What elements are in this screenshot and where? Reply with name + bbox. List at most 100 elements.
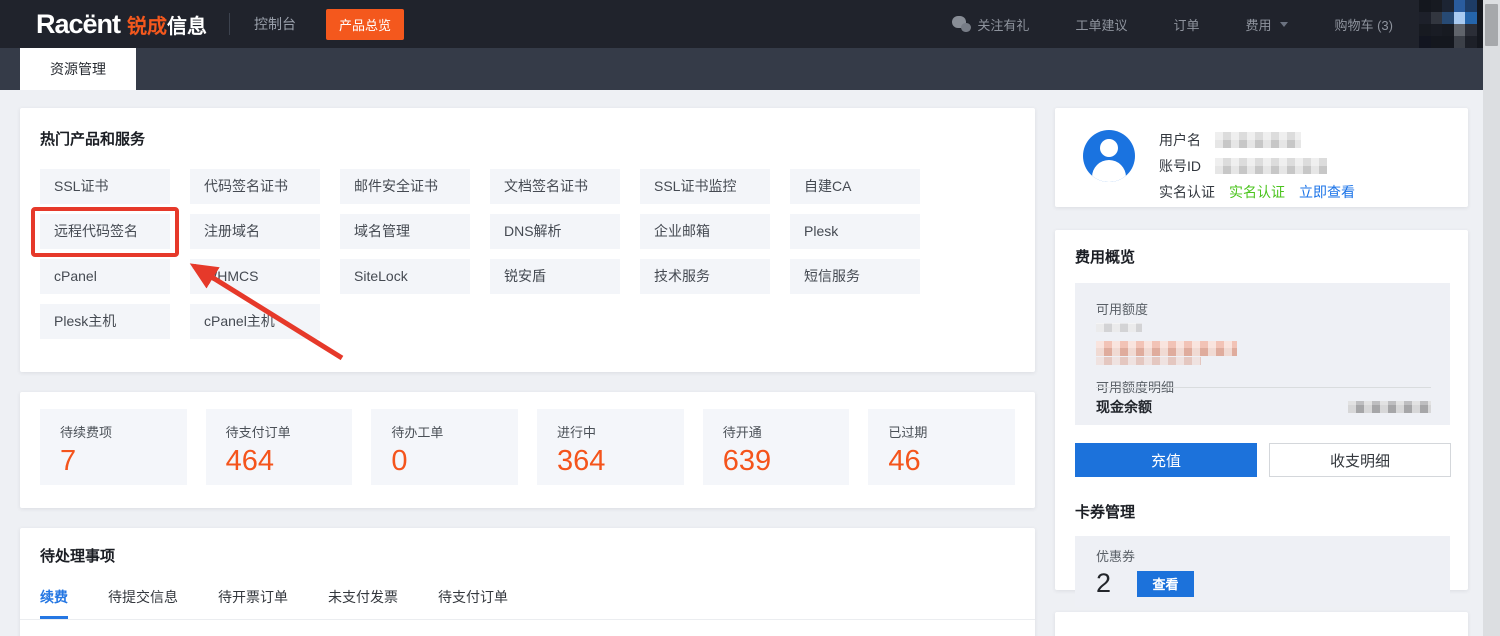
credit-small-redacted [1096,323,1142,332]
product-button-17[interactable]: 技术服务 [640,259,770,294]
coupon-label: 优惠券 [1096,546,1450,565]
recharge-button[interactable]: 充值 [1075,443,1257,477]
product-button-8[interactable]: 注册域名 [190,214,320,249]
todo-title: 待处理事项 [20,545,1035,566]
product-button-14[interactable]: WHMCS [190,259,320,294]
top-navbar: Racënt 锐成信息 控制台 产品总览 关注有礼 工单建议 订单 费用 购物车 (3) [0,0,1500,48]
product-overview-button[interactable]: 产品总览 [326,9,404,40]
username-value-redacted [1215,132,1301,148]
account-card: 用户名 账号ID 实名认证 实名认证 立即查看 [1055,108,1468,207]
todo-tab-4[interactable]: 未支付发票 [328,587,398,619]
stat-card-3[interactable]: 待办工单 0 [371,409,518,485]
logo-latin: Racënt [36,9,120,40]
todo-tab-3[interactable]: 待开票订单 [218,587,288,619]
topnav-item-cart[interactable]: 购物车 (3) [1334,15,1393,34]
todo-tab-2[interactable]: 待提交信息 [108,587,178,619]
realname-label: 实名认证 [1159,182,1215,202]
credit-amount-redacted-2 [1096,357,1201,365]
product-button-16[interactable]: 锐安盾 [490,259,620,294]
top-right-nav: 关注有礼 工单建议 订单 费用 购物车 (3) [952,15,1393,34]
stat-label: 待开通 [723,422,850,441]
topnav-item-ticket-suggest[interactable]: 工单建议 [1075,15,1127,34]
product-button-6[interactable]: 自建CA [790,169,920,204]
product-button-10[interactable]: DNS解析 [490,214,620,249]
statement-button[interactable]: 收支明细 [1269,443,1451,477]
announcements-card-clipped [1055,612,1468,636]
chevron-down-icon [1280,22,1288,27]
stat-label: 待办工单 [391,422,518,441]
coupon-count: 2 [1096,568,1111,599]
product-button-15[interactable]: SiteLock [340,259,470,294]
billing-overview-card: 费用概览 可用额度 可用额度明细 现金余额 充值 收支明细 卡券管理 优惠券 2… [1055,230,1468,590]
stat-card-2[interactable]: 待支付订单 464 [206,409,353,485]
stat-value: 639 [723,445,850,478]
view-now-link[interactable]: 立即查看 [1299,182,1355,202]
stats-row: 待续费项 7 待支付订单 464 待办工单 0 进行中 364 待开通 639 已过期 46 [40,409,1015,485]
todo-tabs-divider [20,619,1035,620]
wechat-icon [952,16,971,32]
product-button-12[interactable]: Plesk [790,214,920,249]
credit-amount-redacted [1096,341,1237,356]
stat-label: 已过期 [888,422,1015,441]
topnav-item-orders[interactable]: 订单 [1173,15,1199,34]
panel-divider [1096,387,1431,388]
product-grid: SSL证书代码签名证书邮件安全证书文档签名证书 SSL证书监控自建CA 远程代码签名… [40,169,1015,339]
profile-avatar-icon[interactable] [1083,130,1135,182]
stat-card-5[interactable]: 待开通 639 [703,409,850,485]
stats-card: 待续费项 7 待支付订单 464 待办工单 0 进行中 364 待开通 639 已过期 46 [20,392,1035,508]
stat-value: 364 [557,445,684,478]
product-button-13[interactable]: cPanel [40,259,170,294]
stat-value: 0 [391,445,518,478]
product-button-9[interactable]: 域名管理 [340,214,470,249]
tab-resource-management[interactable]: 资源管理 [20,48,136,90]
todo-card: 待处理事项 续费待提交信息待开票订单未支付发票待支付订单 实例号产品名称产品类型… [20,528,1035,636]
hot-products-title: 热门产品和服务 [40,128,1015,149]
cash-balance-label: 现金余额 [1096,397,1152,417]
product-button-1[interactable]: SSL证书 [40,169,170,204]
billing-title: 费用概览 [1075,246,1468,267]
product-button-4[interactable]: 文档签名证书 [490,169,620,204]
product-button-3[interactable]: 邮件安全证书 [340,169,470,204]
product-button-20[interactable]: cPanel主机 [190,304,320,339]
stat-card-6[interactable]: 已过期 46 [868,409,1015,485]
stat-card-1[interactable]: 待续费项 7 [40,409,187,485]
stat-label: 待支付订单 [226,422,353,441]
coupons-title: 卡券管理 [1075,501,1468,522]
product-button-2[interactable]: 代码签名证书 [190,169,320,204]
topnav-item-follow-gift[interactable]: 关注有礼 [952,15,1029,34]
stat-label: 进行中 [557,422,684,441]
coupon-view-button[interactable]: 查看 [1137,571,1194,597]
product-button-11[interactable]: 企业邮箱 [640,214,770,249]
product-button-18[interactable]: 短信服务 [790,259,920,294]
stat-card-4[interactable]: 进行中 364 [537,409,684,485]
page: Racënt 锐成信息 控制台 产品总览 关注有礼 工单建议 订单 费用 购物车 (3)… [0,0,1500,636]
product-button-5[interactable]: SSL证书监控 [640,169,770,204]
scrollbar-thumb[interactable] [1485,4,1498,46]
topnav-item-billing-menu[interactable]: 费用 [1245,15,1288,34]
realname-status-link[interactable]: 实名认证 [1229,182,1285,202]
account-id-value-redacted [1215,158,1327,174]
cash-balance-redacted [1348,401,1431,413]
account-id-label: 账号ID [1159,156,1201,176]
todo-tabs: 续费 待提交信息 待开票订单 未支付发票 待支付订单 [20,587,1035,619]
product-button-7[interactable]: 远程代码签名 [40,214,170,249]
racent-logo[interactable]: Racënt 锐成信息 [36,9,207,40]
secondary-tabstrip: 资源管理 [0,48,1484,90]
logo-chinese: 锐成信息 [127,10,207,39]
available-credit-label: 可用额度 [1096,299,1431,318]
username-label: 用户名 [1159,130,1201,150]
billing-panel: 可用额度 可用额度明细 现金余额 [1075,283,1450,425]
nav-divider [229,13,230,35]
stat-label: 待续费项 [60,422,187,441]
product-button-19[interactable]: Plesk主机 [40,304,170,339]
console-link[interactable]: 控制台 [254,14,296,34]
vertical-scrollbar[interactable] [1483,0,1500,636]
todo-tab-1[interactable]: 续费 [40,587,68,619]
account-info: 用户名 账号ID 实名认证 实名认证 立即查看 [1159,130,1355,208]
stat-value: 7 [60,445,187,478]
hot-products-card: 热门产品和服务 SSL证书代码签名证书邮件安全证书文档签名证书 SSL证书监控自建… [20,108,1035,372]
stat-value: 46 [888,445,1015,478]
todo-tab-5[interactable]: 待支付订单 [438,587,508,619]
coupons-panel: 优惠券 2 查看 [1075,536,1450,607]
stat-value: 464 [226,445,353,478]
